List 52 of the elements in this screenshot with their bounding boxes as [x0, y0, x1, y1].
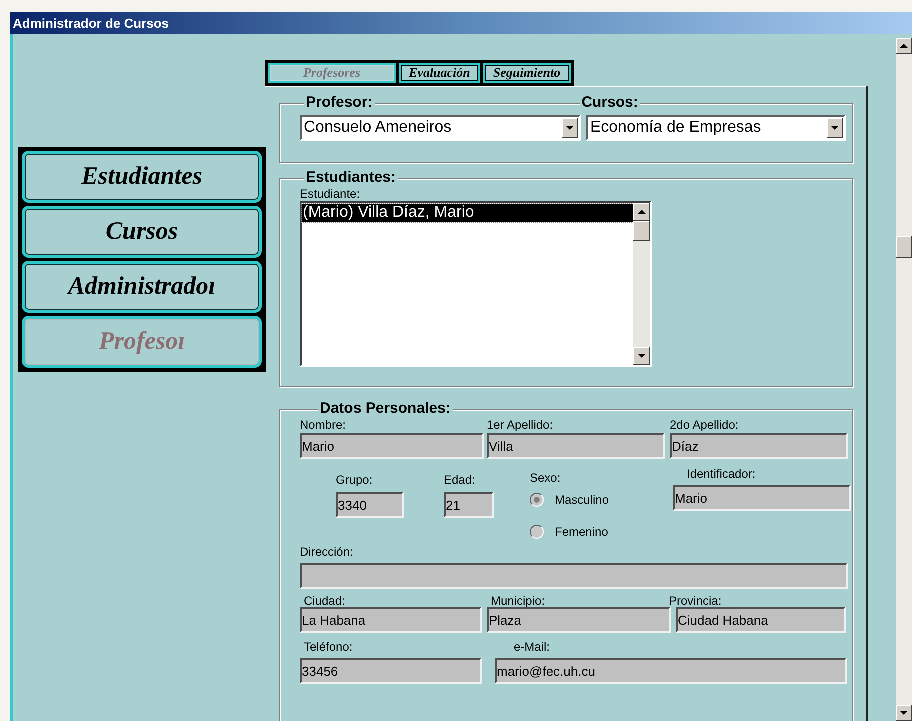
window-title: Administrador de Cursos: [10, 12, 912, 34]
field-label: Sexo:: [530, 471, 562, 485]
student-list[interactable]: (Mario) Villa Díaz, Mario: [300, 201, 652, 367]
dropdown[interactable]: Economía de Empresas: [586, 115, 846, 141]
text-field[interactable]: 33456: [300, 658, 482, 684]
field-label: Edad:: [444, 473, 476, 487]
field-label: 2do Apellido:: [670, 418, 739, 432]
nav-button[interactable]: Cursos: [22, 206, 262, 258]
scroll-down-button[interactable]: [633, 347, 650, 365]
scroll-up-button[interactable]: [633, 203, 650, 221]
field-label: e-Mail:: [514, 640, 550, 654]
text-field[interactable]: Díaz: [670, 433, 848, 459]
down-arrow-icon: [900, 711, 908, 715]
scroll-thumb[interactable]: [633, 221, 650, 241]
text-field[interactable]: Plaza: [487, 607, 671, 633]
down-arrow-icon: [566, 126, 574, 130]
down-arrow-icon: [831, 126, 839, 130]
dropdown[interactable]: Consuelo Ameneiros: [300, 115, 582, 141]
field-label: Dirección:: [300, 545, 354, 559]
field-label: Municipio:: [491, 594, 546, 608]
up-arrow-icon: [638, 210, 646, 214]
list-item[interactable]: (Mario) Villa Díaz, Mario: [302, 204, 633, 222]
tab[interactable]: Evaluación: [399, 63, 480, 83]
radio-label: Femenino: [555, 525, 608, 539]
field-label: Teléfono:: [304, 640, 354, 654]
text-field[interactable]: La Habana: [300, 607, 482, 633]
text-field[interactable]: [300, 563, 848, 589]
field-label: Identificador:: [687, 467, 757, 481]
field-label: Grupo:: [336, 473, 374, 487]
field-label: Ciudad:: [304, 594, 346, 608]
nav-button[interactable]: Estudiantes: [22, 151, 262, 203]
tab[interactable]: Seguimiento: [483, 63, 571, 83]
scroll-thumb[interactable]: [896, 236, 912, 258]
field-label: Estudiante:: [300, 187, 362, 201]
radio-label: Masculino: [555, 493, 610, 507]
text-field[interactable]: 3340: [336, 492, 404, 518]
text-field[interactable]: Villa: [487, 433, 665, 459]
nav-button[interactable]: Administradoı: [22, 261, 262, 313]
text-field[interactable]: Mario: [673, 485, 851, 511]
field-label: Provincia:: [669, 594, 722, 608]
radio-button[interactable]: [530, 525, 544, 539]
field-label: Nombre:: [300, 418, 348, 432]
text-field[interactable]: mario@fec.uh.cu: [495, 658, 847, 684]
scroll-down-button[interactable]: [896, 705, 912, 721]
up-arrow-icon: [900, 44, 908, 48]
scroll-up-button[interactable]: [896, 38, 912, 54]
radio-button[interactable]: [530, 493, 544, 507]
down-arrow-icon: [638, 354, 646, 358]
field-label: 1er Apellido:: [487, 418, 554, 432]
text-field[interactable]: 21: [444, 492, 494, 518]
text-field[interactable]: Ciudad Habana: [676, 607, 846, 633]
text-field[interactable]: Mario: [300, 433, 484, 459]
